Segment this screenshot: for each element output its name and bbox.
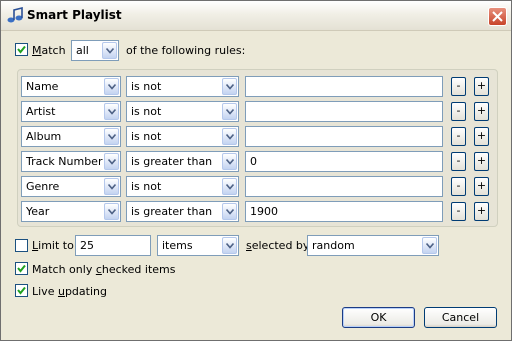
rule-operator-value: is greater than	[131, 155, 213, 168]
rule-field-select[interactable]: Album	[21, 126, 121, 147]
rule-field-select[interactable]: Artist	[21, 101, 121, 122]
chevron-down-icon	[104, 103, 119, 120]
selected-by-value: random	[312, 239, 355, 252]
rule-operator-select[interactable]: is greater than	[126, 201, 239, 222]
selected-by-select[interactable]: random	[307, 235, 439, 256]
rule-value-input[interactable]	[245, 126, 443, 147]
checked-only-label[interactable]: Match only checked items	[32, 263, 176, 276]
match-label[interactable]: Match	[32, 44, 66, 57]
rule-value-input[interactable]	[245, 76, 443, 97]
rule-operator-value: is not	[131, 105, 162, 118]
selected-by-label: selected by	[246, 239, 310, 252]
remove-rule-button[interactable]: -	[451, 77, 466, 96]
remove-rule-button[interactable]: -	[451, 102, 466, 121]
chevron-down-icon	[222, 103, 237, 120]
add-rule-button[interactable]: +	[474, 77, 489, 96]
chevron-down-icon	[222, 237, 237, 254]
rule-field-value: Name	[26, 80, 59, 93]
add-rule-button[interactable]: +	[474, 102, 489, 121]
rule-field-value: Genre	[26, 180, 60, 193]
music-note-icon	[7, 7, 23, 23]
rule-field-select[interactable]: Genre	[21, 176, 121, 197]
rule-field-value: Artist	[26, 105, 56, 118]
chevron-down-icon	[222, 153, 237, 170]
live-updating-checkbox[interactable]	[15, 284, 28, 297]
rule-field-select[interactable]: Year	[21, 201, 121, 222]
limit-count-value: 25	[80, 239, 94, 252]
remove-rule-button[interactable]: -	[451, 177, 466, 196]
rule-value-input[interactable]	[245, 176, 443, 197]
remove-rule-button[interactable]: -	[451, 127, 466, 146]
add-rule-button[interactable]: +	[474, 202, 489, 221]
chevron-down-icon	[104, 153, 119, 170]
rule-operator-select[interactable]: is not	[126, 176, 239, 197]
chevron-down-icon	[222, 128, 237, 145]
rule-value-input[interactable]	[245, 101, 443, 122]
chevron-down-icon	[104, 128, 119, 145]
rule-field-value: Track Number	[26, 155, 103, 168]
limit-label[interactable]: Limit to	[32, 239, 74, 252]
checkmark-icon	[17, 45, 26, 54]
close-button[interactable]	[488, 7, 507, 26]
limit-count-input[interactable]: 25	[75, 235, 151, 256]
match-suffix-label: of the following rules:	[126, 44, 246, 57]
rule-operator-select[interactable]: is not	[126, 126, 239, 147]
add-rule-button[interactable]: +	[474, 127, 489, 146]
rule-field-value: Year	[26, 205, 50, 218]
chevron-down-icon	[104, 78, 119, 95]
rule-value-text: 1900	[250, 205, 278, 218]
rule-operator-select[interactable]: is greater than	[126, 151, 239, 172]
chevron-down-icon	[104, 178, 119, 195]
checkmark-icon	[17, 264, 26, 273]
rule-operator-select[interactable]: is not	[126, 76, 239, 97]
close-icon	[492, 11, 503, 22]
smart-playlist-dialog: Smart Playlist Match all of the followin…	[0, 0, 512, 341]
match-mode-select[interactable]: all	[71, 40, 119, 61]
chevron-down-icon	[422, 237, 437, 254]
chevron-down-icon	[222, 203, 237, 220]
ok-button[interactable]: OK	[342, 307, 415, 328]
checked-only-checkbox[interactable]	[15, 262, 28, 275]
remove-rule-button[interactable]: -	[451, 152, 466, 171]
rule-operator-value: is greater than	[131, 205, 213, 218]
rule-operator-value: is not	[131, 180, 162, 193]
add-rule-button[interactable]: +	[474, 177, 489, 196]
rule-value-input[interactable]: 0	[245, 151, 443, 172]
rule-value-text: 0	[250, 155, 257, 168]
rule-operator-value: is not	[131, 80, 162, 93]
limit-unit-value: items	[162, 239, 193, 252]
limit-unit-select[interactable]: items	[157, 235, 239, 256]
rule-field-value: Album	[26, 130, 62, 143]
chevron-down-icon	[102, 42, 117, 59]
rule-operator-select[interactable]: is not	[126, 101, 239, 122]
chevron-down-icon	[222, 178, 237, 195]
chevron-down-icon	[222, 78, 237, 95]
remove-rule-button[interactable]: -	[451, 202, 466, 221]
checkmark-icon	[17, 286, 26, 295]
rule-value-input[interactable]: 1900	[245, 201, 443, 222]
limit-checkbox[interactable]	[15, 239, 28, 252]
cancel-button[interactable]: Cancel	[424, 307, 497, 328]
title-bar[interactable]: Smart Playlist	[1, 1, 511, 31]
add-rule-button[interactable]: +	[474, 152, 489, 171]
rule-field-select[interactable]: Name	[21, 76, 121, 97]
live-updating-label[interactable]: Live updating	[32, 285, 107, 298]
chevron-down-icon	[104, 203, 119, 220]
match-mode-value: all	[76, 44, 89, 57]
dialog-title: Smart Playlist	[27, 8, 122, 22]
rule-field-select[interactable]: Track Number	[21, 151, 121, 172]
match-checkbox[interactable]	[15, 43, 28, 56]
rule-operator-value: is not	[131, 130, 162, 143]
